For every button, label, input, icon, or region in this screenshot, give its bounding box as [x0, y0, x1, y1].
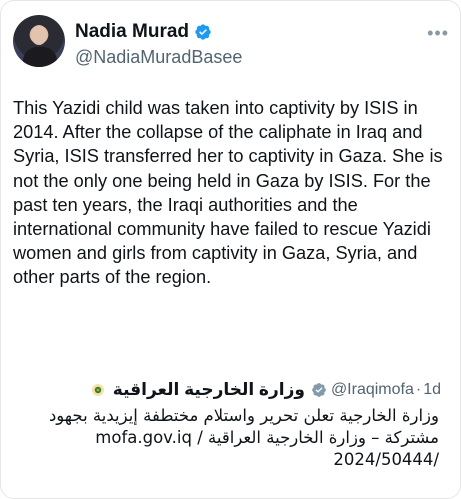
author-name[interactable]: Nadia Murad [75, 21, 189, 43]
tweet-header: Nadia Murad @NadiaMuradBasee ••• [13, 13, 453, 71]
more-options-icon[interactable]: ••• [427, 23, 449, 44]
quote-separator: · [415, 381, 422, 398]
quote-timestamp[interactable]: 1d [423, 381, 441, 399]
verified-badge-icon [312, 383, 326, 397]
quote-line: مشتركة – وزارة الخارجية العراقية / mofa.… [95, 428, 439, 447]
name-row: Nadia Murad [75, 21, 212, 43]
quote-author-name[interactable]: وزارة الخارجية العراقية [113, 380, 305, 400]
verified-badge-icon [195, 24, 211, 40]
quote-line: /2024/50444 [333, 450, 439, 469]
tweet-text: This Yazidi child was taken into captivi… [13, 98, 443, 288]
quote-author-handle[interactable]: @Iraqimofa [331, 381, 414, 399]
quote-line: وزارة الخارجية تعلن تحرير واستلام مختطفة… [48, 406, 439, 425]
quote-body: وزارة الخارجية تعلن تحرير واستلام مختطفة… [19, 405, 439, 471]
avatar[interactable] [13, 15, 65, 67]
avatar-body [23, 47, 57, 67]
avatar-face [31, 25, 47, 45]
author-handle[interactable]: @NadiaMuradBasee [75, 47, 242, 68]
tweet-card: Nadia Murad @NadiaMuradBasee ••• This Ya… [0, 0, 461, 499]
quoted-tweet[interactable]: وزارة الخارجية العراقية @Iraqimofa · 1d … [13, 363, 451, 491]
quote-header: وزارة الخارجية العراقية @Iraqimofa · 1d [91, 379, 441, 401]
ministry-logo-icon [91, 383, 105, 397]
